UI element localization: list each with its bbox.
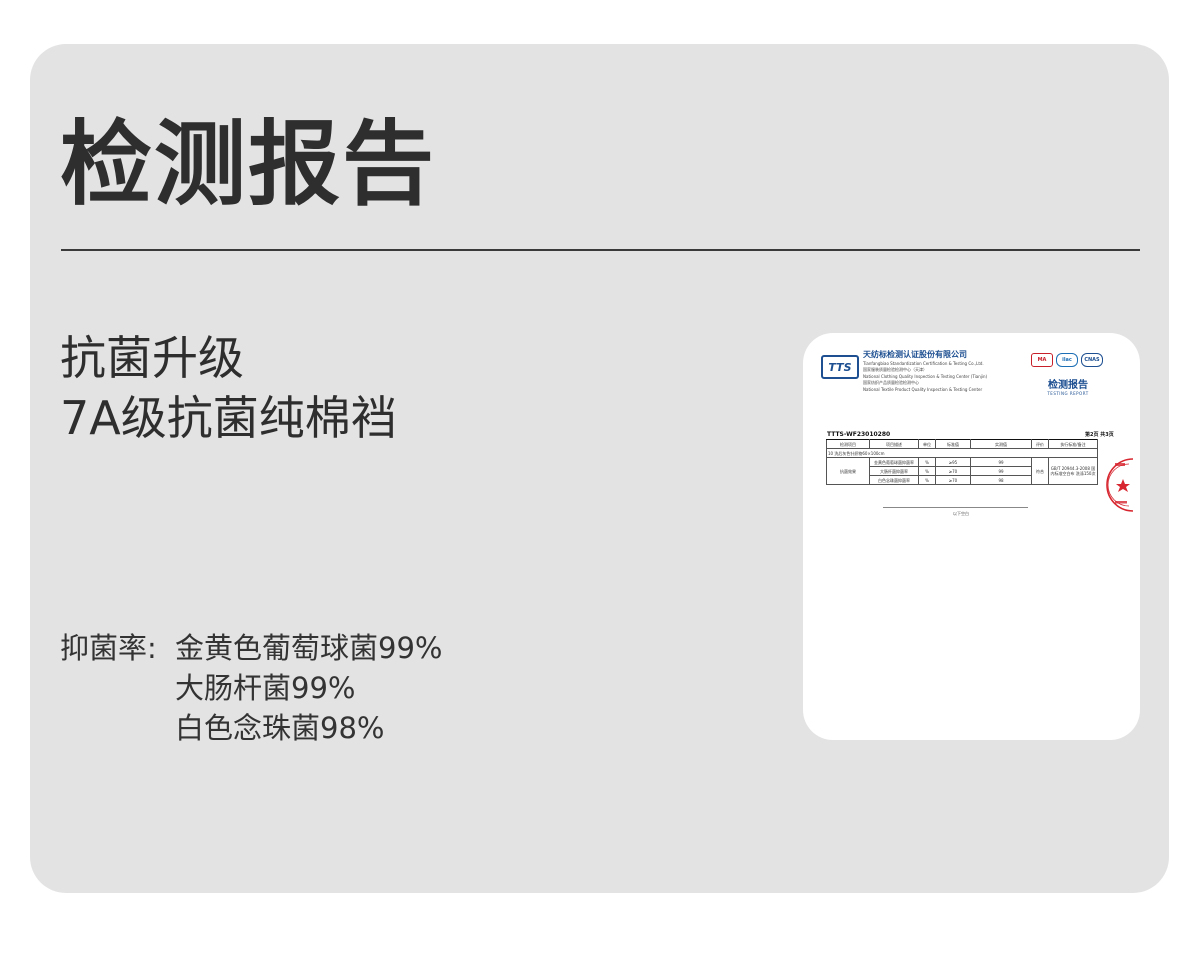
org-line: National Textile Product Quality Inspect… xyxy=(863,387,983,392)
red-seal-stamp xyxy=(1106,458,1134,512)
cnas-logo: CNAS xyxy=(1081,353,1103,367)
org-line: National Clothing Quality Inspection & T… xyxy=(863,374,988,379)
org-name: 天纺标检测认证股份有限公司 xyxy=(863,350,967,359)
report-title: 检测报告 TESTING REPORT xyxy=(1038,376,1098,396)
table-cell: ≥70 xyxy=(935,475,971,485)
table-cell: % xyxy=(918,457,936,467)
table-header: 实测值 xyxy=(970,439,1032,449)
ilac-logo: ilac xyxy=(1056,353,1078,367)
table-header: 项目描述 xyxy=(869,439,919,449)
table-end-note: 以下空白 xyxy=(953,511,969,516)
rates-label: 抑菌率: xyxy=(60,631,157,665)
org-line: Tianfangbiao Standardization Certificati… xyxy=(863,361,984,366)
table-end-line xyxy=(883,507,1028,508)
title-divider xyxy=(61,249,1140,251)
antibacterial-rates: 抑菌率: 金黄色葡萄球菌99% 大肠杆菌99% 白色念珠菌98% xyxy=(60,628,442,748)
table-cell: 大肠杆菌抑菌率 xyxy=(869,466,919,476)
cma-logo: MA xyxy=(1031,353,1053,367)
rate-item: 白色念珠菌98% xyxy=(175,711,385,745)
table-cell: GB/T 20944.3-2008 国内标准空白布 洗涤150次 xyxy=(1048,457,1098,485)
subtitle-line-2: 7A级抗菌纯棉裆 xyxy=(60,391,397,445)
table-cell: 符合 xyxy=(1031,457,1049,485)
table-header: 检测项目 xyxy=(826,439,870,449)
feature-subtitle: 抗菌升级 7A级抗菌纯棉裆 xyxy=(60,328,397,448)
report-number: TTTS-WF23010280 xyxy=(827,431,891,438)
table-cell: ≥95 xyxy=(935,457,971,467)
table-cell: 金黄色葡萄球菌抑菌率 xyxy=(869,457,919,467)
table-cell: 抗菌效果 xyxy=(826,457,870,485)
table-header: 执行标准/备注 xyxy=(1048,439,1098,449)
table-cell: % xyxy=(918,475,936,485)
table-cell: 99 xyxy=(970,457,1032,467)
org-header: 天纺标检测认证股份有限公司 Tianfangbiao Standardizati… xyxy=(863,349,987,392)
table-row: 抗菌效果 金黄色葡萄球菌抑菌率 % ≥95 99 符合 GB/T 20944.3… xyxy=(826,457,1098,485)
tts-logo: TTS xyxy=(821,355,859,379)
table-cell: 99 xyxy=(970,466,1032,476)
rate-item: 金黄色葡萄球菌99% xyxy=(175,631,443,665)
rate-item: 大肠杆菌99% xyxy=(175,671,356,705)
report-title-zh: 检测报告 xyxy=(1048,380,1088,391)
report-title-en: TESTING REPORT xyxy=(1047,391,1089,396)
table-header: 标准值 xyxy=(935,439,971,449)
test-report-image: TTS 天纺标检测认证股份有限公司 Tianfangbiao Standardi… xyxy=(803,333,1140,740)
table-cell: ≥70 xyxy=(935,466,971,476)
page-number: 第2页 共3页 xyxy=(1085,432,1114,438)
subtitle-line-1: 抗菌升级 xyxy=(60,331,244,385)
results-table: 检测项目 项目描述 单位 标准值 实测值 评价 执行标准/备注 10 洗后灰色针… xyxy=(826,439,1098,485)
page-title: 检测报告 xyxy=(60,111,437,218)
table-header: 评价 xyxy=(1031,439,1049,449)
table-cell: % xyxy=(918,466,936,476)
table-cell: 白色念珠菌抑菌率 xyxy=(869,475,919,485)
table-section: 10 洗后灰色针织物60×100cm xyxy=(826,448,1098,458)
org-line: 国家服装质量检验检测中心（天津） xyxy=(863,367,927,372)
table-header: 单位 xyxy=(918,439,936,449)
cert-logos: MA ilac CNAS xyxy=(1031,353,1103,367)
table-cell: 98 xyxy=(970,475,1032,485)
org-line: 国家纺织产品质量检验检测中心 xyxy=(863,380,919,385)
report-document: TTS 天纺标检测认证股份有限公司 Tianfangbiao Standardi… xyxy=(803,333,1140,740)
